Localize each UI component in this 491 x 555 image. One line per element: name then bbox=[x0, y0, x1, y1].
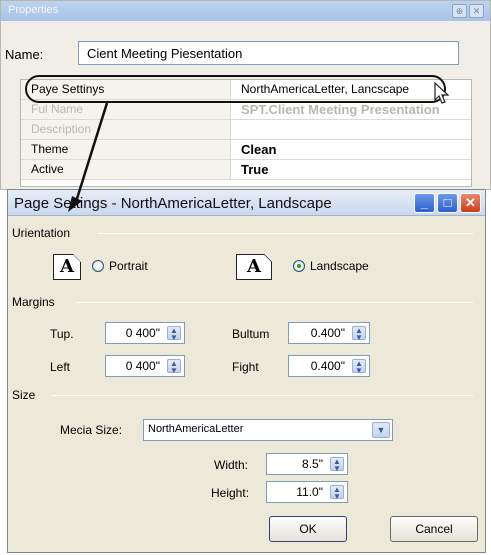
page-icon-letter: A bbox=[247, 256, 261, 277]
spin-arrows-icon[interactable]: ▲ ▼ bbox=[352, 359, 366, 375]
spin-arrows-icon[interactable]: ▲ ▼ bbox=[330, 457, 344, 473]
height-value: 11.0" bbox=[296, 485, 323, 499]
property-key: Theme bbox=[21, 140, 231, 159]
spin-arrows-icon[interactable]: ▲ ▼ bbox=[330, 485, 344, 501]
top-margin-input[interactable]: 0 400" ▲ ▼ bbox=[105, 322, 185, 344]
name-field[interactable]: Cient Meeting Piesentation bbox=[78, 41, 459, 65]
right-margin-value: 0.400" bbox=[310, 359, 345, 373]
property-row-theme[interactable]: Theme Clean bbox=[21, 140, 471, 160]
left-margin-input[interactable]: 0 400" ▲ ▼ bbox=[105, 355, 185, 377]
property-row-description[interactable]: Description bbox=[21, 120, 471, 140]
top-margin-value: 0 400" bbox=[125, 326, 160, 340]
mouse-pointer-icon bbox=[434, 82, 450, 104]
minimize-icon[interactable]: _ bbox=[414, 193, 435, 213]
property-key: Active bbox=[21, 160, 231, 179]
properties-window-buttons: ⊕ ✕ bbox=[452, 4, 484, 18]
close-icon[interactable]: ✕ bbox=[469, 4, 484, 18]
landscape-label[interactable]: Landscape bbox=[310, 259, 369, 273]
portrait-page-icon: A bbox=[53, 254, 81, 280]
close-icon[interactable]: ✕ bbox=[460, 193, 481, 213]
height-input[interactable]: 11.0" ▲ ▼ bbox=[266, 481, 348, 503]
right-margin-input[interactable]: 0.400" ▲ ▼ bbox=[288, 355, 370, 377]
left-margin-label: Left bbox=[50, 360, 71, 374]
media-size-value: NorthAmericaLetter bbox=[148, 423, 244, 435]
orientation-divider bbox=[98, 233, 473, 234]
landscape-radio[interactable] bbox=[293, 260, 305, 272]
dialog-title-bar[interactable]: Page Settings - NorthAmericaLetter, Land… bbox=[8, 190, 485, 216]
right-margin-label: Fight bbox=[232, 360, 259, 374]
bottom-margin-label: Bultum bbox=[232, 327, 270, 341]
property-value[interactable]: True bbox=[241, 162, 471, 177]
pin-icon[interactable]: ⊕ bbox=[452, 4, 467, 18]
spin-arrows-icon[interactable]: ▲ ▼ bbox=[167, 326, 181, 342]
dialog-title: Page Settings - NorthAmericaLetter, Land… bbox=[14, 195, 332, 212]
spin-arrows-icon[interactable]: ▲ ▼ bbox=[352, 326, 366, 342]
spin-arrows-icon[interactable]: ▲ ▼ bbox=[167, 359, 181, 375]
page-icon-letter: A bbox=[60, 256, 74, 277]
property-row-active[interactable]: Active True bbox=[21, 160, 471, 180]
page-settings-dialog: Page Settings - NorthAmericaLetter, Land… bbox=[7, 189, 486, 553]
landscape-page-icon: A bbox=[236, 254, 272, 280]
bottom-margin-input[interactable]: 0.400" ▲ ▼ bbox=[288, 322, 370, 344]
window-buttons: _ □ ✕ bbox=[414, 193, 481, 213]
portrait-label[interactable]: Portrait bbox=[109, 259, 148, 273]
properties-panel: Properties ⊕ ✕ Name: Cient Meeting Piese… bbox=[0, 0, 491, 190]
portrait-radio[interactable] bbox=[92, 260, 104, 272]
properties-title: Properties bbox=[1, 1, 490, 21]
orientation-section-label: Urientation bbox=[12, 226, 71, 240]
height-label: Height: bbox=[211, 486, 250, 500]
left-margin-value: 0 400" bbox=[125, 359, 160, 373]
callout-oval bbox=[25, 75, 446, 103]
maximize-icon[interactable]: □ bbox=[437, 193, 458, 213]
size-divider bbox=[52, 395, 473, 396]
width-input[interactable]: 8.5" ▲ ▼ bbox=[266, 453, 348, 475]
property-value[interactable]: Clean bbox=[241, 142, 471, 157]
property-row-full-name: Ful Name SPT.Client Meeting Presentation bbox=[21, 100, 471, 120]
width-label: Width: bbox=[214, 458, 249, 472]
bottom-margin-value: 0.400" bbox=[310, 326, 345, 340]
width-value: 8.5" bbox=[302, 457, 323, 471]
media-size-dropdown[interactable]: NorthAmericaLetter ▼ bbox=[143, 419, 393, 441]
margins-section-label: Margins bbox=[12, 295, 55, 309]
top-margin-label: Tup. bbox=[50, 327, 74, 341]
media-size-label: Mecia Size: bbox=[60, 423, 123, 437]
ok-button[interactable]: OK bbox=[269, 516, 347, 542]
name-label: Name: bbox=[5, 47, 44, 62]
chevron-down-icon[interactable]: ▼ bbox=[372, 422, 390, 438]
margins-divider bbox=[76, 302, 473, 303]
size-section-label: Size bbox=[12, 388, 36, 402]
property-key: Description bbox=[21, 120, 231, 139]
cancel-button[interactable]: Cancel bbox=[390, 516, 478, 542]
